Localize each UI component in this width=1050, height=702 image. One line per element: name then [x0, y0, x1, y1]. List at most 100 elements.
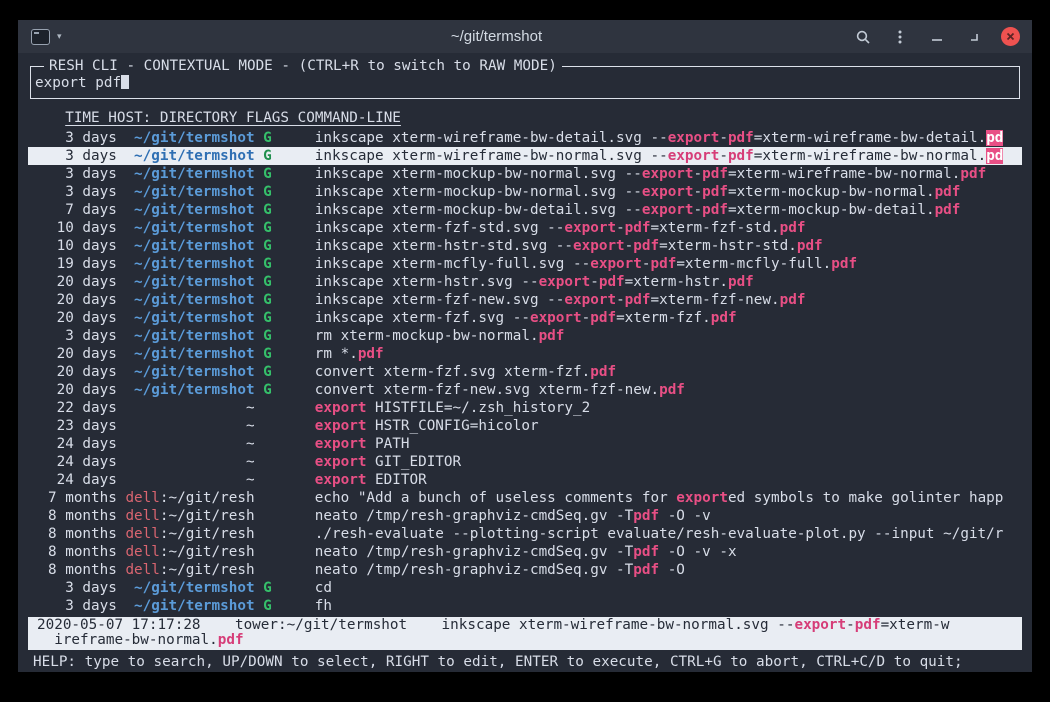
row-time: 8 months [48, 543, 117, 561]
row-time: 3 days [48, 597, 117, 615]
row-host-directory: ~/git/termshot [125, 165, 254, 183]
row-time: 20 days [48, 291, 117, 309]
header-lead [48, 110, 65, 126]
row-host-directory: dell:~/git/resh [125, 561, 254, 579]
row-host-directory: ~ [125, 471, 254, 489]
history-row[interactable]: 20 days~/git/termshotGconvert xterm-fzf-… [28, 381, 1022, 399]
history-row[interactable]: 23 days~export HSTR_CONFIG=hicolor [28, 417, 1022, 435]
row-time: 22 days [48, 399, 117, 417]
history-row[interactable]: 10 days~/git/termshotGinkscape xterm-hst… [28, 237, 1022, 255]
search-icon[interactable] [853, 27, 873, 47]
history-row[interactable]: 8 monthsdell:~/git/reshneato /tmp/resh-g… [28, 561, 1022, 579]
row-time: 20 days [48, 381, 117, 399]
row-flags: G [263, 579, 306, 597]
history-row[interactable]: 7 days~/git/termshotGinkscape xterm-mock… [28, 201, 1022, 219]
row-host-directory: ~/git/termshot [125, 255, 254, 273]
terminal-window: ▾ ~/git/termshot RESH CLI - CONTEXTUAL M… [18, 20, 1032, 672]
row-host-directory: ~/git/termshot [125, 327, 254, 345]
row-command: inkscape xterm-fzf.svg --export-pdf=xter… [315, 309, 1022, 327]
row-host-directory: ~/git/termshot [125, 201, 254, 219]
row-host-directory: dell:~/git/resh [125, 543, 254, 561]
history-row[interactable]: 20 days~/git/termshotGconvert xterm-fzf.… [28, 363, 1022, 381]
row-host-directory: ~/git/termshot [125, 309, 254, 327]
row-flags [263, 399, 306, 417]
row-command: cd [315, 579, 1022, 597]
history-row[interactable]: 8 months dell:~/git/resh neato /tmp/resh-g… [28, 507, 1022, 525]
row-host-directory: dell:~/git/resh [125, 525, 254, 543]
history-row[interactable]: 3 days~/git/termshotGfh [28, 597, 1022, 615]
history-row[interactable]: 3 days~/git/termshotGinkscape xterm-mock… [28, 183, 1022, 201]
status-line-1: 2020-05-07 17:17:28 tower:~/git/termshot… [37, 618, 1022, 633]
row-flags [263, 471, 306, 489]
history-row[interactable]: 20 days~/git/termshotGinkscape xterm-fzf… [28, 309, 1022, 327]
row-flags: G [263, 327, 306, 345]
row-time: 3 days [48, 165, 117, 183]
row-flags [263, 453, 306, 471]
row-flags: G [263, 165, 306, 183]
row-time: 3 days [48, 327, 117, 345]
table-header: TIME HOST: DIRECTORY FLAGS COMMAND-LINE [48, 109, 1032, 127]
history-row[interactable]: 8 monthsdell:~/git/reshneato /tmp/resh-g… [28, 543, 1022, 561]
row-command: inkscape xterm-mockup-bw-detail.svg --ex… [315, 201, 1022, 219]
history-row[interactable]: 3 days~/git/termshotGinkscape xterm-wire… [28, 129, 1022, 147]
row-command: inkscape xterm-wireframe-bw-normal.svg -… [315, 147, 1022, 165]
history-row[interactable]: 24 days~export EDITOR [28, 471, 1022, 489]
row-host-directory: ~ [125, 399, 254, 417]
row-command: inkscape xterm-mockup-bw-normal.svg --ex… [315, 165, 1022, 183]
row-host-directory: ~/git/termshot [125, 363, 254, 381]
row-time: 20 days [48, 309, 117, 327]
minimize-button[interactable] [927, 27, 947, 47]
row-command: fh [315, 597, 1022, 615]
history-row[interactable]: 20 days~/git/termshotGinkscape xterm-fzf… [28, 291, 1022, 309]
close-button[interactable] [1001, 27, 1020, 46]
row-time: 7 months [48, 489, 117, 507]
row-command: rm *.pdf [315, 345, 1022, 363]
history-row[interactable]: 20 days~/git/termshotGinkscape xterm-hst… [28, 273, 1022, 291]
history-row[interactable]: 7 monthsdell:~/git/reshecho "Add a bunch… [28, 489, 1022, 507]
history-row[interactable]: 3 days ~/git/termshot Ginkscape xterm-mock… [28, 165, 1022, 183]
history-row[interactable]: 8 monthsdell:~/git/resh./resh-evaluate -… [28, 525, 1022, 543]
row-time: 3 days [48, 147, 117, 165]
history-row[interactable]: 10 days~/git/termshotGinkscape xterm-fzf… [28, 219, 1022, 237]
row-flags: G [263, 255, 306, 273]
row-command: neato /tmp/resh-graphviz-cmdSeq.gv -Tpdf… [315, 507, 1022, 525]
row-command: neato /tmp/resh-graphviz-cmdSeq.gv -Tpdf… [315, 561, 1022, 579]
history-row[interactable]: 3 days~/git/termshotGrm xterm-mockup-bw-… [28, 327, 1022, 345]
maximize-button[interactable] [964, 27, 984, 47]
row-command: export GIT_EDITOR [315, 453, 1022, 471]
history-row[interactable]: 24 days~export PATH [28, 435, 1022, 453]
row-host-directory: ~/git/termshot [125, 345, 254, 363]
row-host-directory: dell:~/git/resh [125, 489, 254, 507]
row-flags [263, 507, 306, 525]
history-row-selected[interactable]: 3 days~/git/termshotGinkscape xterm-wire… [28, 147, 1022, 165]
history-row[interactable]: 24 days~export GIT_EDITOR [28, 453, 1022, 471]
row-host-directory: dell:~/git/resh [125, 507, 254, 525]
menu-kebab-icon[interactable] [890, 27, 910, 47]
window-title: ~/git/termshot [140, 28, 853, 45]
row-host-directory: ~ [125, 453, 254, 471]
row-command: inkscape xterm-mcfly-full.svg --export-p… [315, 255, 1022, 273]
terminal-app-icon [31, 29, 50, 45]
row-host-directory: ~/git/termshot [125, 291, 254, 309]
row-time: 20 days [48, 345, 117, 363]
row-command: ./resh-evaluate --plotting-script evalua… [315, 525, 1022, 543]
row-flags [263, 417, 306, 435]
history-row[interactable]: 20 days~/git/termshotGrm *.pdf [28, 345, 1022, 363]
help-bar: HELP: type to search, UP/DOWN to select,… [33, 653, 1032, 671]
row-flags: G [263, 363, 306, 381]
row-host-directory: ~/git/termshot [125, 219, 254, 237]
row-time: 8 months [48, 507, 117, 525]
row-time: 23 days [48, 417, 117, 435]
row-flags [263, 489, 306, 507]
search-box[interactable]: RESH CLI - CONTEXTUAL MODE - (CTRL+R to … [30, 66, 1020, 99]
dropdown-caret-icon[interactable]: ▾ [57, 32, 62, 41]
history-rows: 3 days ~/git/termshot Ginkscape xterm-wire… [28, 129, 1022, 615]
history-row[interactable]: 3 days~/git/termshotGcd [28, 579, 1022, 597]
history-row[interactable]: 22 days~export HISTFILE=~/.zsh_history_2 [28, 399, 1022, 417]
row-flags: G [263, 291, 306, 309]
terminal-content: RESH CLI - CONTEXTUAL MODE - (CTRL+R to … [18, 66, 1032, 685]
history-row[interactable]: 19 days~/git/termshotGinkscape xterm-mcf… [28, 255, 1022, 273]
app-menu-button[interactable] [30, 27, 50, 47]
row-command: convert xterm-fzf-new.svg xterm-fzf-new.… [315, 381, 1022, 399]
row-command: inkscape xterm-hstr-std.svg --export-pdf… [315, 237, 1022, 255]
